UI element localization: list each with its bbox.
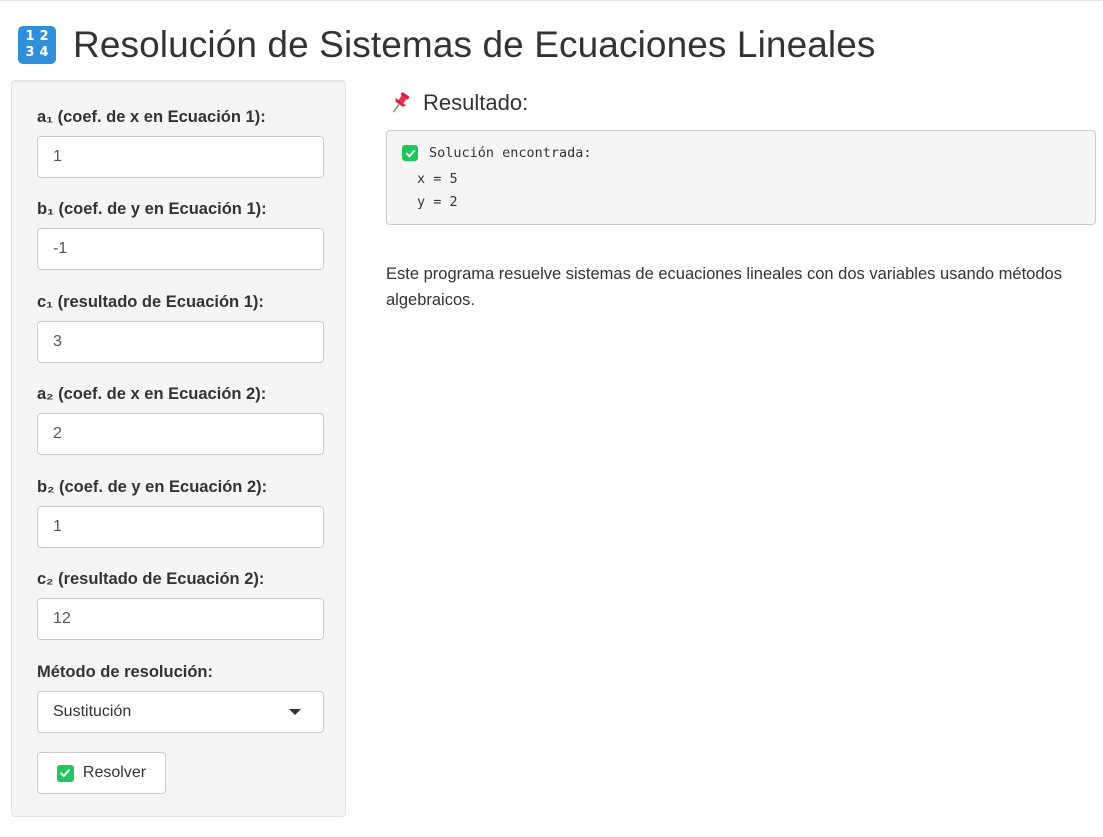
- c1-label: c₁ (resultado de Ecuación 1):: [37, 293, 264, 311]
- description-text: Este programa resuelve sistemas de ecuac…: [386, 265, 1062, 309]
- checkmark-icon: [402, 145, 418, 161]
- a2-label: a₂ (coef. de x en Ecuación 2):: [37, 385, 267, 403]
- sidebar-panel: a₁ (coef. de x en Ecuación 1): b₁ (coef.…: [11, 80, 346, 817]
- c1-input[interactable]: [37, 321, 324, 363]
- page-header: 1 2 3 4 Resolución de Sistemas de Ecuaci…: [18, 20, 876, 70]
- resolver-button-label: Resolver: [82, 764, 147, 781]
- b2-label: b₂ (coef. de y en Ecuación 2):: [37, 478, 268, 496]
- result-heading: Resultado:: [388, 90, 528, 116]
- result-y-value: y = 2: [417, 194, 458, 210]
- method-select[interactable]: Sustitución: [37, 691, 324, 733]
- numbers-1234-icon: 1 2 3 4: [18, 26, 56, 64]
- page-title: Resolución de Sistemas de Ecuaciones Lin…: [73, 24, 876, 65]
- b1-label: b₁ (coef. de y en Ecuación 1):: [37, 200, 267, 218]
- result-output: Solución encontrada: x = 5 y = 2: [386, 130, 1096, 225]
- top-border: [0, 0, 1103, 1]
- a1-label: a₁ (coef. de x en Ecuación 1):: [37, 108, 266, 126]
- b1-input[interactable]: [37, 228, 324, 270]
- a2-input[interactable]: [37, 413, 324, 455]
- resolver-button[interactable]: Resolver: [37, 752, 166, 794]
- result-x-value: x = 5: [417, 171, 458, 187]
- method-selected-value: Sustitución: [53, 703, 132, 720]
- result-heading-label: Resultado:: [423, 90, 529, 115]
- method-label: Método de resolución:: [37, 663, 214, 681]
- pushpin-icon: [393, 92, 410, 113]
- a1-input[interactable]: [37, 136, 324, 178]
- c2-input[interactable]: [37, 598, 324, 640]
- result-status-text: Solución encontrada:: [429, 145, 592, 161]
- checkmark-icon: [56, 764, 74, 782]
- c2-label: c₂ (resultado de Ecuación 2):: [37, 570, 265, 588]
- caret-down-icon: [289, 709, 301, 715]
- b2-input[interactable]: [37, 506, 324, 548]
- result-status-line: Solución encontrada:: [402, 145, 592, 161]
